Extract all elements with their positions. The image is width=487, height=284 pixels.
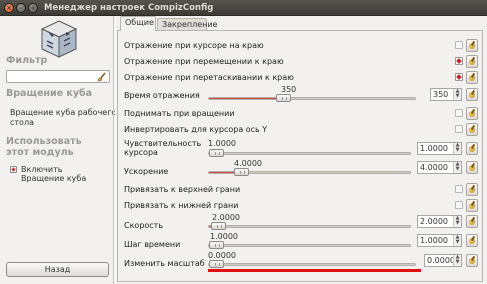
snap-drag-label: Отражение при перетаскивании к краю — [124, 73, 294, 82]
enable-plugin-label-2: Вращение куба — [21, 174, 87, 183]
flip-time-label: Время отражения — [124, 91, 200, 100]
minimize-window-button[interactable]: – — [16, 3, 26, 13]
acceleration-spinbox-value: 4.0000 — [420, 163, 448, 172]
acceleration-spin-arrows-icon[interactable]: ▲ ▼ — [453, 162, 461, 173]
sensitivity-label-line-1: Чувствительность — [124, 139, 202, 148]
flip-time-slider[interactable] — [208, 94, 416, 102]
zoom-spinbox-value: 0.0000 — [427, 256, 455, 265]
enable-plugin-toggle[interactable] — [10, 166, 17, 175]
snap-drag-checkbox[interactable] — [455, 73, 463, 81]
plugin-description-line-1: Вращение куба рабочего — [10, 108, 117, 117]
sensitivity-slider-value: 1.0000 — [208, 139, 236, 148]
snap-pointer-label: Отражение при курсоре на краю — [124, 41, 264, 50]
reset-snap-drag-button[interactable] — [466, 71, 478, 84]
flip-time-spinbox[interactable]: 350 ▲ ▼ — [430, 88, 462, 101]
reset-timestep-button[interactable] — [466, 234, 478, 247]
acceleration-spinbox[interactable]: 4.0000 ▲ ▼ — [417, 161, 462, 174]
plugin-name-heading: Вращение куба — [6, 88, 93, 99]
reset-flip-time-button[interactable] — [466, 88, 478, 101]
filter-input[interactable] — [6, 70, 110, 83]
reset-snap-pointer-button[interactable] — [466, 39, 478, 52]
invert-y-checkbox[interactable] — [455, 125, 463, 133]
maximize-window-button[interactable]: + — [28, 3, 38, 13]
reset-raise-on-rotate-button[interactable] — [466, 107, 478, 120]
zoom-spinbox[interactable]: 0.0000 ▲ ▼ — [424, 254, 462, 267]
speed-slider-value: 2.0000 — [212, 213, 240, 222]
timestep-slider-handle[interactable] — [209, 241, 224, 249]
back-button[interactable]: Назад — [6, 262, 109, 277]
timestep-spinbox[interactable]: 1.0000 ▲ ▼ — [417, 234, 462, 247]
flip-time-slider-value: 350 — [281, 85, 297, 94]
timestep-spinbox-value: 1.0000 — [420, 236, 448, 245]
cube-rotate-logo-icon — [40, 20, 78, 58]
reset-invert-y-button[interactable] — [466, 123, 478, 136]
use-module-heading-line-2: этот модуль — [6, 147, 74, 158]
sensitivity-slider[interactable] — [208, 149, 411, 157]
flip-time-slider-fill — [209, 98, 277, 99]
window-body: Фильтр Вращение куба Вращение куба рабоч… — [0, 16, 487, 284]
window-title: Менеджер настроек CompizConfig — [44, 3, 214, 13]
snap-bottom-checkbox[interactable] — [455, 201, 463, 209]
speed-spin-arrows-icon[interactable]: ▲ ▼ — [453, 216, 461, 227]
timestep-spin-arrows-icon[interactable]: ▲ ▼ — [453, 235, 461, 246]
acceleration-slider-value: 4.0000 — [234, 159, 262, 168]
reset-zoom-button[interactable] — [466, 254, 478, 267]
snap-top-checkbox[interactable] — [455, 185, 463, 193]
flip-time-slider-handle[interactable] — [276, 94, 291, 102]
highlight-underline — [208, 269, 421, 272]
reset-snap-bottom-button[interactable] — [466, 199, 478, 212]
use-module-heading-line-1: Использовать — [6, 136, 82, 147]
acceleration-slider[interactable] — [208, 168, 411, 176]
sensitivity-label-line-2: курсора — [124, 148, 158, 157]
sensitivity-spinbox[interactable]: 1.0000 ▲ ▼ — [417, 142, 462, 155]
flip-time-spin-arrows-icon[interactable]: ▲ ▼ — [453, 89, 461, 100]
speed-spinbox[interactable]: 2.0000 ▲ ▼ — [417, 215, 462, 228]
enable-plugin-checkbox[interactable] — [10, 166, 17, 173]
zoom-spin-arrows-icon[interactable]: ▲ ▼ — [453, 255, 461, 266]
timestep-slider[interactable] — [208, 241, 411, 249]
reset-speed-button[interactable] — [466, 215, 478, 228]
raise-on-rotate-label: Поднимать при вращении — [124, 109, 235, 118]
snap-pointer-checkbox[interactable] — [455, 41, 463, 49]
plugin-description-line-2: стола — [10, 118, 34, 127]
snap-move-label: Отражение при перемещении к краю — [124, 57, 284, 66]
timestep-slider-value: 1.0000 — [210, 232, 238, 241]
acceleration-slider-handle[interactable] — [234, 168, 249, 176]
zoom-slider[interactable] — [208, 260, 416, 268]
timestep-label: Шаг времени — [124, 240, 181, 249]
app-window: × – + Менеджер настроек CompizConfig Фил… — [0, 0, 487, 284]
snap-top-label: Привязать к верхней грани — [124, 185, 241, 194]
zoom-slider-handle[interactable] — [209, 260, 224, 268]
speed-label: Скорость — [124, 221, 164, 230]
raise-on-rotate-checkbox[interactable] — [455, 109, 463, 117]
reset-snap-top-button[interactable] — [466, 183, 478, 196]
sensitivity-slider-handle[interactable] — [209, 149, 224, 157]
speed-slider[interactable] — [208, 222, 411, 230]
speed-spinbox-value: 2.0000 — [420, 217, 448, 226]
close-window-button[interactable]: × — [4, 3, 14, 13]
invert-y-label: Инвертировать для курсора ось Y — [124, 125, 268, 134]
filter-heading: Фильтр — [6, 55, 48, 66]
flip-time-spinbox-value: 350 — [433, 90, 449, 99]
acceleration-label: Ускорение — [124, 167, 169, 176]
clear-brush-icon[interactable] — [97, 72, 107, 82]
pane-divider[interactable] — [113, 16, 116, 284]
snap-move-checkbox[interactable] — [455, 57, 463, 65]
snap-bottom-label: Привязать к нижней грани — [124, 201, 239, 210]
sensitivity-spin-arrows-icon[interactable]: ▲ ▼ — [453, 143, 461, 154]
reset-snap-move-button[interactable] — [466, 55, 478, 68]
title-bar: × – + Менеджер настроек CompizConfig — [0, 0, 487, 16]
sensitivity-spinbox-value: 1.0000 — [420, 144, 448, 153]
tab-general[interactable]: Общие — [120, 16, 156, 31]
zoom-label: Изменить масштаб — [124, 259, 205, 268]
zoom-slider-value: 0.0000 — [208, 251, 236, 260]
reset-acceleration-button[interactable] — [466, 161, 478, 174]
reset-sensitivity-button[interactable] — [466, 142, 478, 155]
speed-slider-handle[interactable] — [211, 222, 226, 230]
settings-panel: Отражение при курсоре на краю Отражение … — [117, 30, 483, 282]
